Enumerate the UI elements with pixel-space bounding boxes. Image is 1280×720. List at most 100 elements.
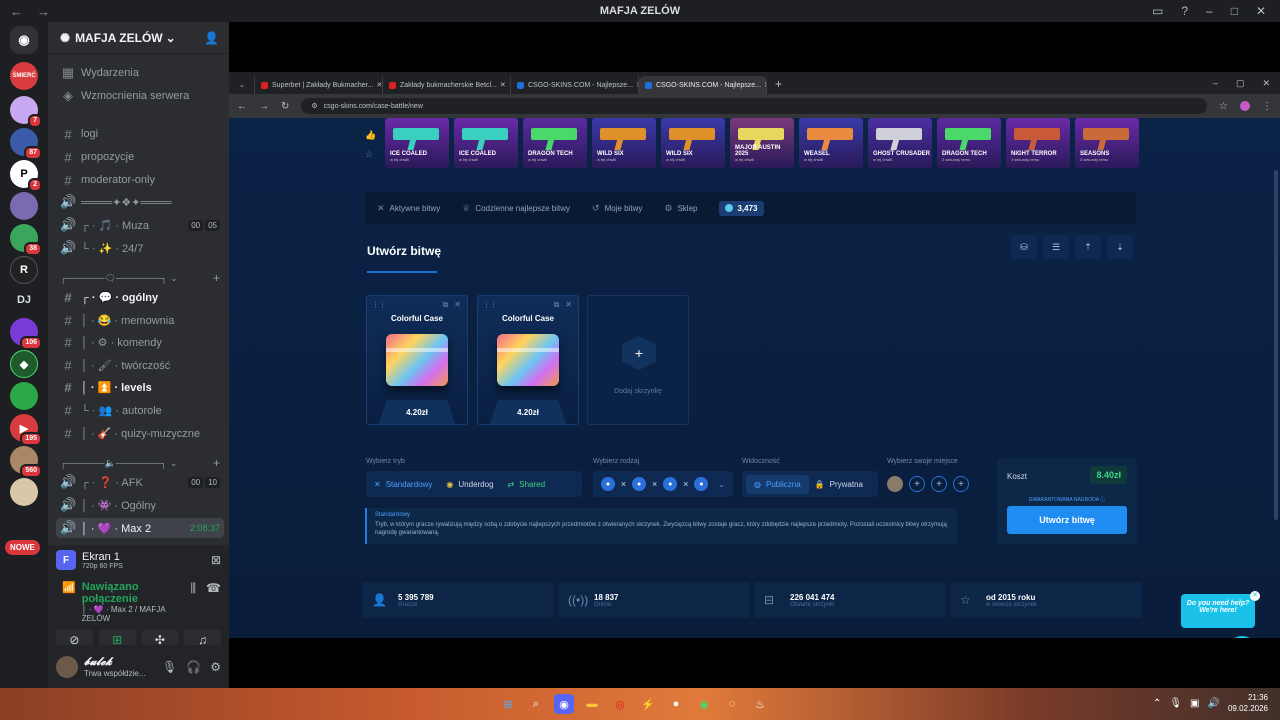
server-icon-9[interactable]: ◆	[10, 350, 38, 378]
noise-suppression-icon[interactable]: ⫼	[191, 581, 197, 596]
browser-tab-csgo-1[interactable]: CSGO-SKINS.COM - Najlepsze...✕	[511, 76, 639, 94]
server-icon-4[interactable]: P2	[10, 160, 42, 192]
case-card[interactable]: ⋮⋮ ⧉ ✕ Colorful Case 4.20zł	[477, 295, 579, 425]
channel-afk[interactable]: 🔊 ┌ · ❓ · AFK 00 10	[56, 472, 224, 492]
channel-logi[interactable]: # logi	[56, 124, 224, 144]
network-icon[interactable]: ▣	[1190, 698, 1199, 709]
server-icon-12[interactable]: 560	[10, 446, 42, 478]
help-bubble[interactable]: Do you need help? We're here!	[1181, 594, 1255, 628]
opera-icon[interactable]: ◎	[610, 694, 630, 714]
visibility-public-option[interactable]: ◍ Publiczna	[746, 474, 809, 494]
live-drop-item[interactable]: ICE COALED w tej chwili	[385, 118, 449, 168]
mode-shared-option[interactable]: ⇄ Shared	[508, 480, 546, 489]
server-icon-13[interactable]	[10, 478, 38, 506]
headphones-icon[interactable]: 🎧	[186, 660, 201, 674]
mode-underdog-option[interactable]: ◉ Underdog	[446, 480, 493, 489]
live-drop-item[interactable]: DRAGON TECH 2 sekundy temu	[937, 118, 1001, 168]
create-battle-button[interactable]: Utwórz bitwę	[1007, 506, 1127, 534]
thumbs-up-icon[interactable]: 👍	[365, 130, 376, 141]
maximize-icon[interactable]: ▢	[1236, 78, 1245, 89]
drag-handle-icon[interactable]: ⋮⋮	[483, 301, 497, 309]
server-icon-5[interactable]	[10, 192, 38, 220]
browser-tab-superbet[interactable]: Superbet | Zakłady Bukmacher... ✕	[255, 76, 383, 94]
chrome-icon[interactable]: ◉	[694, 694, 714, 714]
server-icon-dj[interactable]: DJ	[10, 286, 38, 314]
live-drop-item[interactable]: NIGHT TERROR 3 sekundy temu	[1006, 118, 1070, 168]
microphone-icon[interactable]: 🎙	[1169, 698, 1182, 709]
active-battles-link[interactable]: ✕ Aktywne bitwy	[377, 203, 440, 214]
shop-link[interactable]: ⚙ Sklep	[664, 203, 697, 214]
windows-start-icon[interactable]: ⊞	[498, 694, 518, 714]
channel-autorole[interactable]: # └ · 👥 · autorole	[56, 400, 224, 420]
help-icon[interactable]: ?	[1181, 4, 1188, 18]
discord-taskbar-icon[interactable]: ◉	[554, 694, 574, 714]
invite-people-icon[interactable]: 👤	[204, 31, 219, 45]
channel-ogolny-voice[interactable]: 🔊 │ · 👾 · Ogólny	[56, 495, 224, 515]
url-input[interactable]: ⚙ csgo-skins.com/case-battle/new	[301, 98, 1208, 114]
coins-sort-icon[interactable]: ⛁	[1011, 235, 1037, 259]
live-drop-item[interactable]: MAJOR AUSTIN 2025 w tej chwili	[730, 118, 794, 168]
chevron-up-icon[interactable]: ⌃	[1153, 698, 1161, 709]
channel-levels[interactable]: # │ · ⏫ · levels	[56, 377, 224, 397]
disconnect-icon[interactable]: ☎	[206, 581, 221, 595]
server-icon-2[interactable]: 7	[10, 96, 42, 128]
reload-icon[interactable]: ↻	[281, 101, 289, 112]
sort-desc-icon[interactable]: ⇣	[1107, 235, 1133, 259]
channel-moderator-only[interactable]: # moderator-only	[56, 170, 224, 190]
browser-tab-csgo-2[interactable]: CSGO-SKINS.COM - Najlepsze...✕	[639, 76, 767, 94]
file-explorer-icon[interactable]: ▬	[582, 694, 602, 714]
stop-stream-icon[interactable]: ⊠	[211, 553, 221, 567]
server-icon-1[interactable]: ŚMIERĆ	[10, 62, 38, 90]
events-item[interactable]: ▦ Wydarzenia	[56, 63, 224, 83]
server-icon-11[interactable]: ▶ 195	[10, 414, 42, 446]
sort-asc-icon[interactable]: ⇡	[1075, 235, 1101, 259]
seat-plus-icon[interactable]: +	[953, 476, 969, 492]
boosts-item[interactable]: ◈ Wzmocnienia serwera	[56, 86, 224, 106]
close-help-icon[interactable]: ✕	[1250, 591, 1260, 601]
user-avatar[interactable]	[887, 476, 903, 492]
channel-muza[interactable]: 🔊 ┌ · 🎵 · Muza 00 05	[56, 215, 224, 235]
close-icon[interactable]: ✕	[1256, 4, 1266, 18]
star-icon[interactable]: ☆	[365, 149, 376, 160]
drag-handle-icon[interactable]: ⋮⋮	[372, 301, 386, 309]
live-drop-item[interactable]: WEASEL w tej chwili	[799, 118, 863, 168]
live-drop-item[interactable]: ICE COALED w tej chwili	[454, 118, 518, 168]
app-icon[interactable]: ⚡	[638, 694, 658, 714]
live-drop-item[interactable]: WILD SIX w tej chwili	[661, 118, 725, 168]
visibility-private-option[interactable]: 🔒 Prywatna	[815, 480, 863, 489]
gear-icon[interactable]: ⚙	[210, 660, 221, 674]
user-avatar[interactable]	[56, 655, 78, 678]
server-icon-10[interactable]	[10, 382, 38, 410]
stream-preview[interactable]: F Ekran 1 720p 60 FPS ⊠	[48, 545, 229, 575]
discord-home-icon[interactable]: ◉	[10, 26, 38, 54]
add-channel-icon[interactable]: +	[213, 271, 220, 285]
channel-komendy[interactable]: # │ · ⚙ · komendy	[56, 332, 224, 352]
channel-memownia[interactable]: # │ · 😂 · memownia	[56, 310, 224, 330]
case-card[interactable]: ⋮⋮ ⧉ ✕ Colorful Case 4.20zł	[366, 295, 468, 425]
guaranteed-reward-label[interactable]: GWARANTOWANA NAGRODA ⓘ	[997, 496, 1137, 503]
stack-sort-icon[interactable]: ☰	[1043, 235, 1069, 259]
volume-icon[interactable]: 🔊	[1208, 698, 1220, 709]
browser-tab-betclic[interactable]: Zakłady bukmacherskie Betcl... ✕	[383, 76, 511, 94]
category-voice[interactable]: ┌──────🔈───────┐ ⌄ +	[60, 455, 224, 471]
obs-icon[interactable]: ●	[666, 694, 686, 714]
server-header[interactable]: ✺ MAFJA ZELÓW ⌄ 👤	[48, 22, 229, 54]
copy-icon[interactable]: ⧉	[554, 300, 560, 310]
seat-plus-icon[interactable]: +	[931, 476, 947, 492]
live-drop-item[interactable]: DRAGON TECH w tej chwili	[523, 118, 587, 168]
forward-arrow-icon[interactable]: →	[37, 4, 50, 19]
channel-24-7[interactable]: 🔊 └ · ✨ · 24/7	[56, 238, 224, 258]
back-arrow-icon[interactable]: ←	[237, 101, 247, 112]
inbox-icon[interactable]: ▭	[1152, 4, 1163, 18]
microphone-icon[interactable]: 🎙	[162, 660, 177, 674]
remove-icon[interactable]: ✕	[565, 300, 572, 310]
remove-icon[interactable]: ✕	[454, 300, 461, 310]
channel-ogolny[interactable]: # ┌ · 💬 · ogólny	[56, 287, 224, 307]
steam-icon[interactable]: ♨	[750, 694, 770, 714]
channel-quizy-muzyczne[interactable]: # │ · 🎸 · quizy-muzyczne	[56, 423, 224, 443]
maximize-icon[interactable]: □	[1231, 4, 1238, 18]
close-tab-icon[interactable]: ✕	[373, 81, 382, 89]
new-tab-icon[interactable]: +	[767, 77, 790, 94]
close-tab-icon[interactable]: ✕	[497, 81, 506, 89]
channel-propozycje[interactable]: # propozycje	[56, 147, 224, 167]
